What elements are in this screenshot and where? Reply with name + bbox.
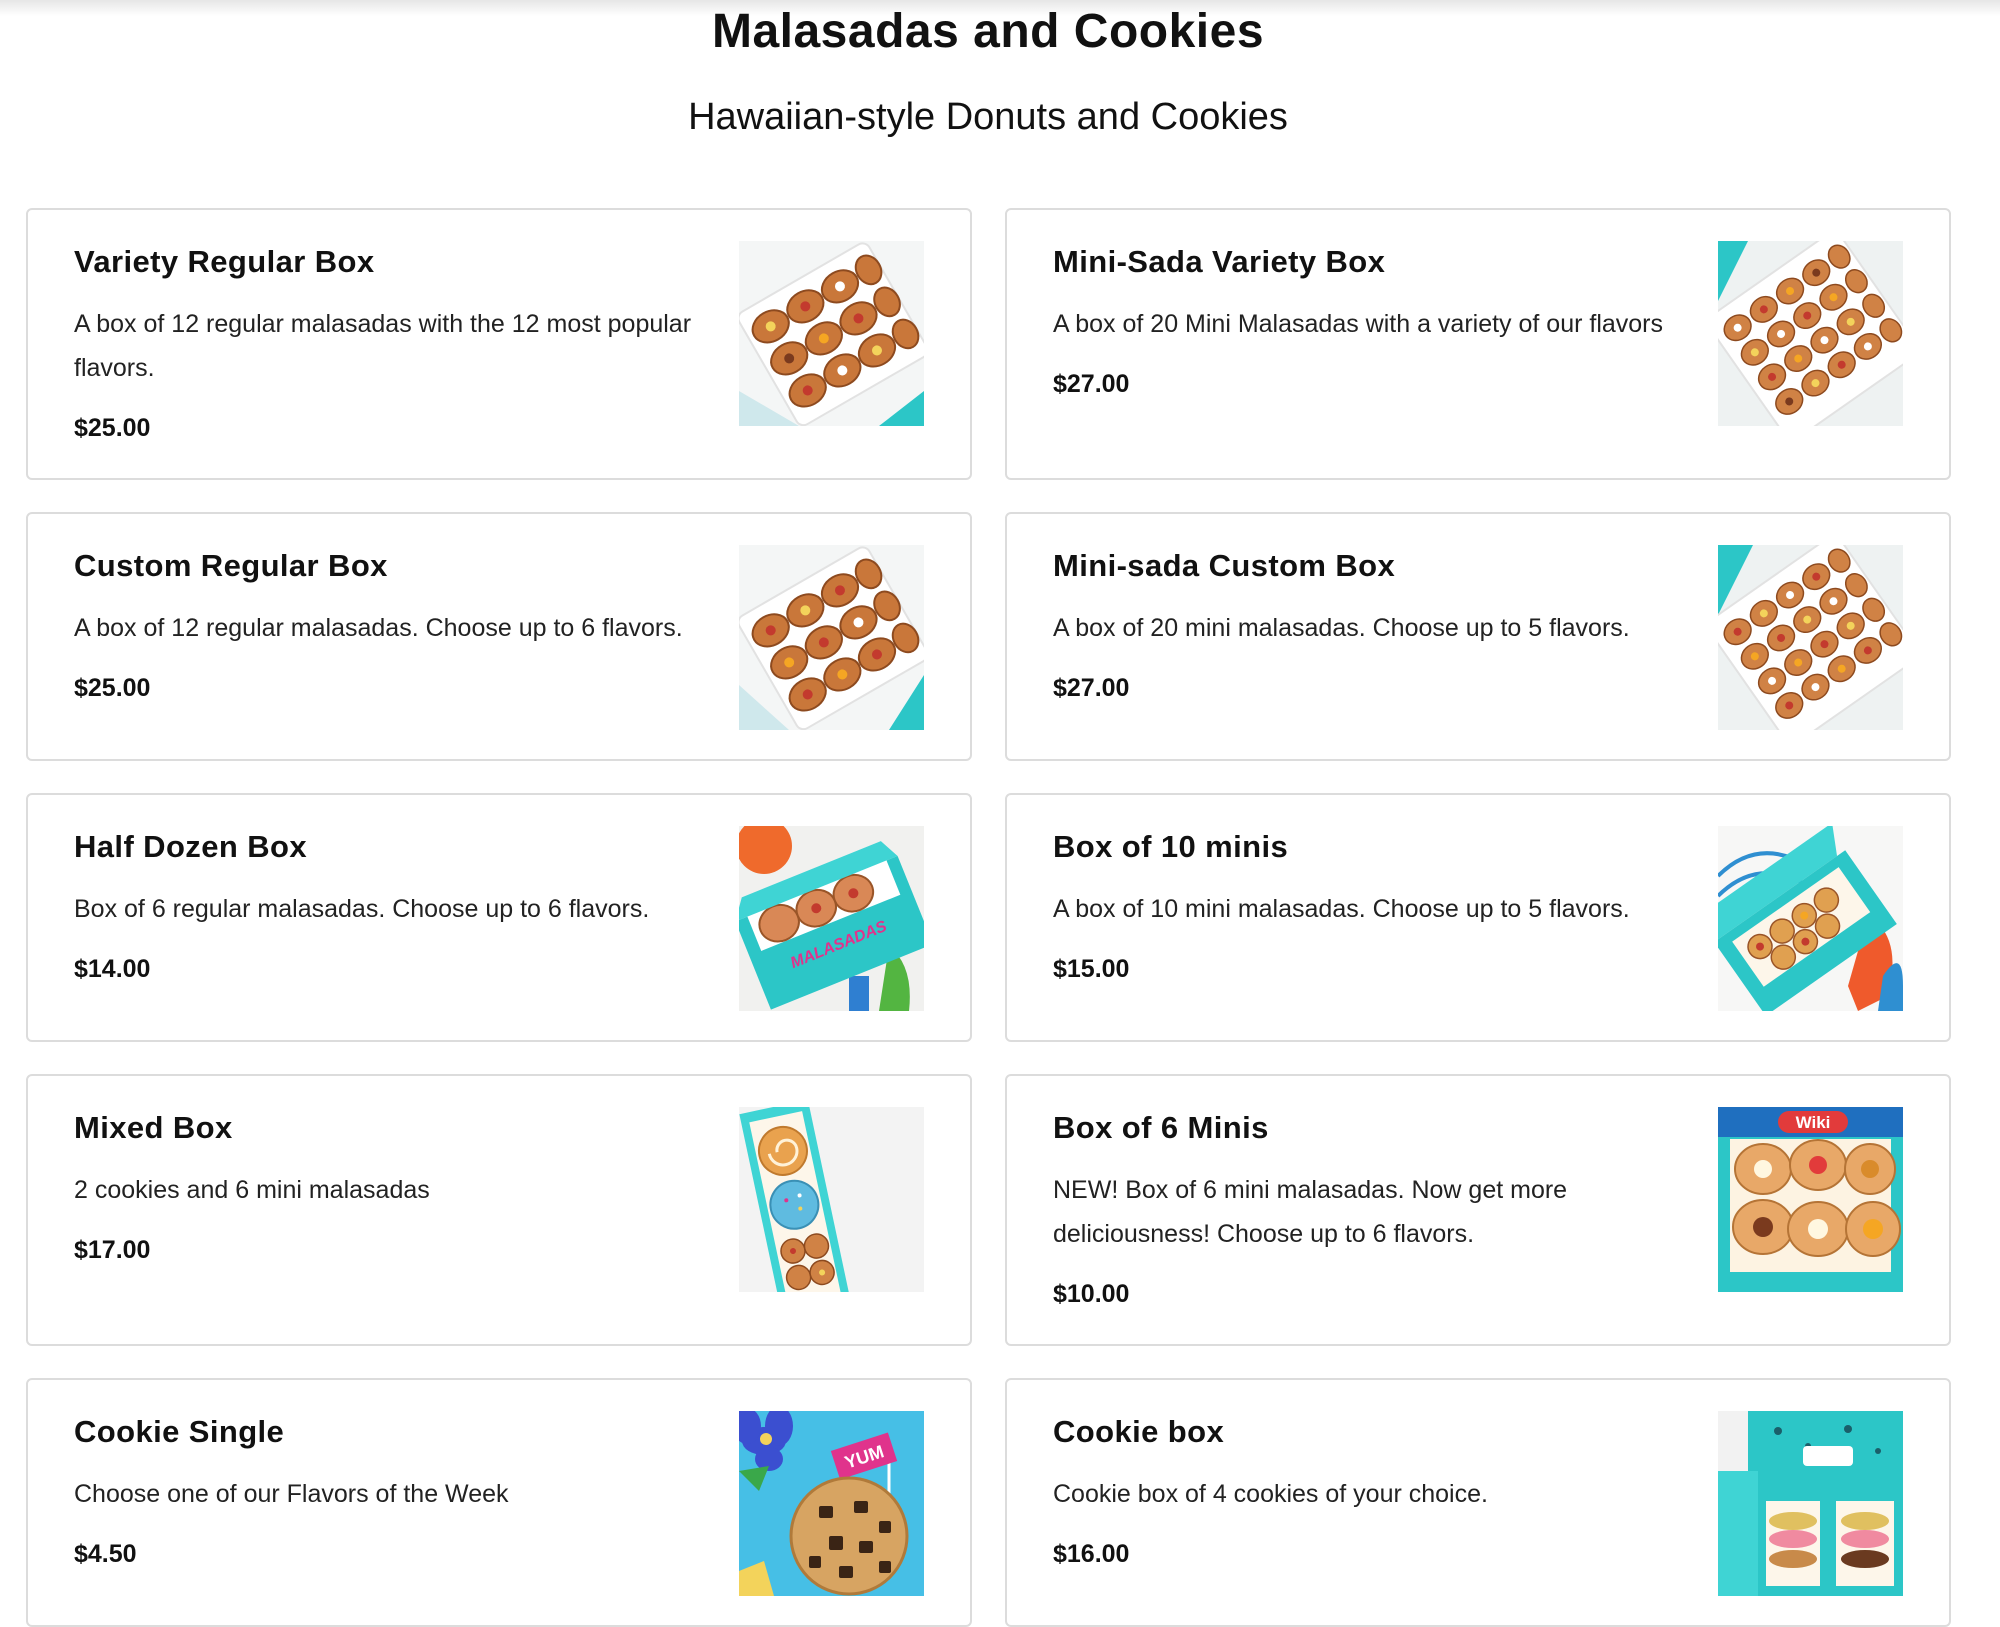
item-price: $10.00 <box>1053 1280 1130 1308</box>
malasada-box-image <box>739 545 924 730</box>
menu-item-card[interactable]: Box of 6 Minis NEW! Box of 6 mini malasa… <box>1005 1074 1951 1346</box>
item-description: Cookie box of 4 cookies of your choice. <box>1053 1480 1488 1508</box>
item-price: $27.00 <box>1053 674 1130 702</box>
cookie-box-image <box>1718 1411 1903 1596</box>
menu-item-card[interactable]: Mini-sada Custom Box A box of 20 mini ma… <box>1005 512 1951 761</box>
menu-item-card[interactable]: Cookie Single Choose one of our Flavors … <box>26 1378 972 1627</box>
item-name: Mini-sada Custom Box <box>1053 548 1396 583</box>
item-price: $15.00 <box>1053 955 1130 983</box>
mini-malasada-box-image <box>1718 545 1903 730</box>
menu-item-card[interactable]: Cookie box Cookie box of 4 cookies of yo… <box>1005 1378 1951 1627</box>
item-description: 2 cookies and 6 mini malasadas <box>74 1176 430 1204</box>
mini-malasada-box-image <box>1718 241 1903 426</box>
wiki-box-image: Wiki <box>1718 1107 1903 1292</box>
item-description: A box of 12 regular malasadas with the 1… <box>74 310 692 382</box>
menu-grid: Variety Regular Box A box of 12 regular … <box>26 208 1951 1627</box>
item-price: $16.00 <box>1053 1540 1130 1568</box>
item-description: A box of 12 regular malasadas. Choose up… <box>74 614 683 642</box>
item-name: Variety Regular Box <box>74 244 375 279</box>
item-name: Half Dozen Box <box>74 829 307 864</box>
page-title: Malasadas and Cookies <box>711 5 1265 58</box>
item-price: $17.00 <box>74 1236 151 1264</box>
item-name: Cookie Single <box>74 1414 285 1449</box>
item-price: $25.00 <box>74 674 151 702</box>
page-subtitle: Hawaiian-style Donuts and Cookies <box>688 96 1288 138</box>
menu-item-card[interactable]: Mixed Box 2 cookies and 6 mini malasadas… <box>26 1074 972 1346</box>
item-description: Box of 6 regular malasadas. Choose up to… <box>74 895 650 923</box>
box-logo-text: Wiki <box>1796 1113 1831 1132</box>
item-description: A box of 10 mini malasadas. Choose up to… <box>1053 895 1630 923</box>
item-name: Cookie box <box>1053 1414 1225 1449</box>
malasada-box-image <box>739 241 924 426</box>
item-name: Mini-Sada Variety Box <box>1053 244 1386 279</box>
menu-item-card[interactable]: Custom Regular Box A box of 12 regular m… <box>26 512 972 761</box>
item-price: $25.00 <box>74 414 151 442</box>
item-price: $27.00 <box>1053 370 1130 398</box>
item-name: Box of 10 minis <box>1053 829 1289 864</box>
item-description: A box of 20 Mini Malasadas with a variet… <box>1053 310 1664 338</box>
cookie-image: YUM <box>739 1411 924 1596</box>
item-description: A box of 20 mini malasadas. Choose up to… <box>1053 614 1630 642</box>
teal-box-image: MALASADAS <box>739 826 924 1011</box>
item-price: $14.00 <box>74 955 151 983</box>
item-name: Custom Regular Box <box>74 548 388 583</box>
menu-item-card[interactable]: Half Dozen Box Box of 6 regular malasada… <box>26 793 972 1042</box>
item-description: Choose one of our Flavors of the Week <box>74 1480 509 1508</box>
item-description: NEW! Box of 6 mini malasadas. Now get mo… <box>1053 1176 1568 1248</box>
menu-item-card[interactable]: Mini-Sada Variety Box A box of 20 Mini M… <box>1005 208 1951 480</box>
item-price: $4.50 <box>74 1540 137 1568</box>
item-name: Mixed Box <box>74 1110 233 1145</box>
mixed-box-image <box>739 1107 924 1292</box>
menu-item-card[interactable]: Box of 10 minis A box of 10 mini malasad… <box>1005 793 1951 1042</box>
open-teal-box-image <box>1718 826 1903 1011</box>
item-name: Box of 6 Minis <box>1053 1110 1269 1145</box>
menu-item-card[interactable]: Variety Regular Box A box of 12 regular … <box>26 208 972 480</box>
